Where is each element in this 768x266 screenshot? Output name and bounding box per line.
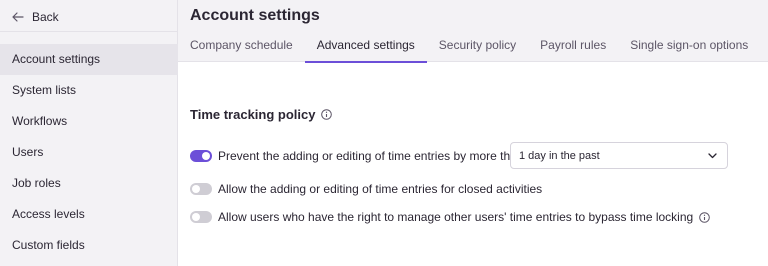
sidebar: Back Account settings System lists Workf… (0, 0, 178, 266)
prevent-editing-toggle[interactable] (190, 150, 212, 162)
setting-label: Allow users who have the right to manage… (218, 210, 694, 224)
setting-label: Prevent the adding or editing of time en… (218, 149, 524, 163)
page-header: Account settings Company schedule Advanc… (178, 0, 768, 63)
sidebar-item-system-lists[interactable]: System lists (0, 75, 178, 106)
back-label: Back (32, 10, 59, 24)
setting-row-closed-activities: Allow the adding or editing of time entr… (190, 182, 542, 196)
back-button[interactable]: Back (12, 9, 59, 25)
toggle-knob (202, 152, 210, 160)
tab-company-schedule[interactable]: Company schedule (178, 31, 305, 62)
setting-row-bypass-locking: Allow users who have the right to manage… (190, 210, 711, 224)
info-icon[interactable] (699, 211, 711, 223)
sidebar-nav: Account settings System lists Workflows … (0, 44, 178, 261)
toggle-knob (192, 213, 200, 221)
chevron-down-icon (708, 150, 717, 162)
info-icon[interactable] (321, 109, 333, 120)
sidebar-item-access-levels[interactable]: Access levels (0, 199, 178, 230)
sidebar-divider (0, 31, 178, 32)
bypass-locking-toggle[interactable] (190, 211, 212, 223)
toggle-knob (192, 185, 200, 193)
arrow-left-icon (12, 12, 24, 22)
sidebar-item-workflows[interactable]: Workflows (0, 106, 178, 137)
time-period-select[interactable]: 1 day in the past (510, 142, 728, 169)
page-title: Account settings (190, 7, 320, 24)
tab-bar: Company schedule Advanced settings Secur… (178, 31, 760, 63)
sidebar-item-custom-fields[interactable]: Custom fields (0, 230, 178, 261)
section-title-text: Time tracking policy (190, 107, 316, 122)
sidebar-item-account-settings[interactable]: Account settings (0, 44, 178, 75)
closed-activities-toggle[interactable] (190, 183, 212, 195)
sidebar-item-users[interactable]: Users (0, 137, 178, 168)
time-period-value: 1 day in the past (519, 149, 600, 162)
tab-single-sign-on-options[interactable]: Single sign-on options (618, 31, 760, 62)
setting-row-prevent-editing: Prevent the adding or editing of time en… (190, 149, 524, 163)
tab-advanced-settings[interactable]: Advanced settings (304, 31, 427, 63)
sidebar-item-job-roles[interactable]: Job roles (0, 168, 178, 199)
tab-payroll-rules[interactable]: Payroll rules (528, 31, 618, 62)
tab-security-policy[interactable]: Security policy (427, 31, 528, 62)
section-title: Time tracking policy (190, 107, 333, 122)
setting-label: Allow the adding or editing of time entr… (218, 182, 543, 196)
